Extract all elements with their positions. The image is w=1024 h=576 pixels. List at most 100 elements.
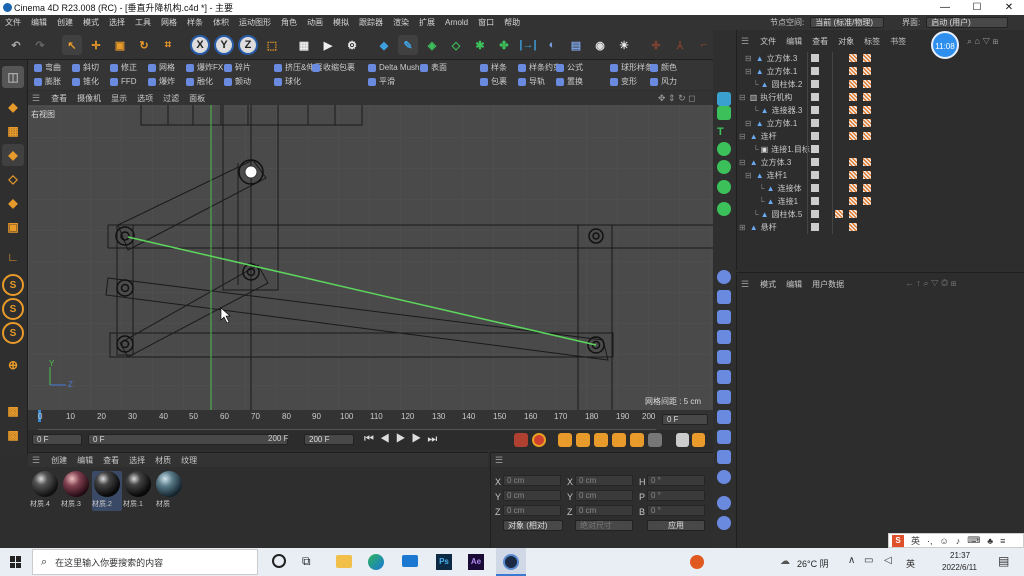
array-icon[interactable]: ◇ <box>446 35 466 55</box>
bend-deformer-icon[interactable] <box>717 270 731 284</box>
menu-animate[interactable]: 动画 <box>302 17 328 28</box>
spline-deformer-icon[interactable] <box>717 390 731 404</box>
material-swatch[interactable]: 材质.1 <box>123 471 153 511</box>
melt-deformer-icon[interactable] <box>717 410 731 424</box>
sphere-deformer-icon[interactable] <box>717 470 731 484</box>
viewport-menu-filter[interactable]: 过滤 <box>158 93 184 104</box>
snap-icon[interactable]: S <box>2 274 24 296</box>
deformer-spline[interactable]: 样条约束 <box>518 61 561 74</box>
edge-browser-icon[interactable] <box>368 554 384 570</box>
cinema4d-taskbar-button[interactable] <box>496 548 526 576</box>
coord-size-select[interactable]: 绝对尺寸 <box>575 520 633 531</box>
explosion-deformer-icon[interactable] <box>717 430 731 444</box>
lathe-icon[interactable] <box>717 160 731 174</box>
y-axis-lock-button[interactable]: Y <box>214 35 234 55</box>
cloner-icon[interactable]: ✱ <box>470 35 490 55</box>
clock-icon[interactable] <box>717 496 731 510</box>
object-row[interactable]: ⊟ ▲ 连杆1 <box>737 169 1024 182</box>
z-axis-lock-button[interactable]: Z <box>238 35 258 55</box>
deformer-shear[interactable]: 斜切 <box>72 61 99 74</box>
ime-skin-icon[interactable]: ♣ <box>987 536 993 546</box>
object-row[interactable]: ⊟ ▲ 立方体.3 <box>737 156 1024 169</box>
deformer-smooth[interactable]: 平滑 <box>368 75 395 88</box>
character-joint-icon[interactable]: ✚ <box>646 35 666 55</box>
maximize-button[interactable]: ☐ <box>962 0 992 15</box>
objmgr-menu-object[interactable]: 对象 <box>833 36 859 47</box>
render-settings-icon[interactable]: ⚙ <box>342 35 362 55</box>
timeline[interactable]: 0 10 20 30 40 50 60 70 80 90 100 110 120… <box>28 410 713 430</box>
menu-select[interactable]: 选择 <box>104 17 130 28</box>
tags-column[interactable] <box>835 52 875 234</box>
select-tool-icon[interactable]: ↖ <box>62 35 82 55</box>
scale-tool-icon[interactable]: ▣ <box>110 35 130 55</box>
deformer-rail[interactable]: 导轨 <box>518 75 545 88</box>
viewport-menu-view[interactable]: 查看 <box>46 93 72 104</box>
deformer-explosionfx[interactable]: 碎片 <box>224 61 251 74</box>
rotation-b-field[interactable]: 0 ° <box>647 505 705 516</box>
material-menu-create[interactable]: 创建 <box>46 455 72 466</box>
ime-mic-icon[interactable]: ♪ <box>956 536 961 546</box>
wind-deformer-icon[interactable] <box>717 450 731 464</box>
playback-controls[interactable]: ⏮◀▶▶⏭ <box>364 433 443 446</box>
taskbar-search-input[interactable]: ⌕ 在这里输入你要搜索的内容 <box>32 549 258 575</box>
hamburger-icon[interactable]: ☰ <box>32 455 40 466</box>
deformer-wrap[interactable]: 包裹 <box>480 75 507 88</box>
menu-mesh[interactable]: 网格 <box>156 17 182 28</box>
menu-tools[interactable]: 工具 <box>130 17 156 28</box>
material-swatch[interactable]: 材质.3 <box>61 471 91 511</box>
wrap-deformer-icon[interactable] <box>717 350 731 364</box>
material-menu-material[interactable]: 材质 <box>150 455 176 466</box>
hamburger-icon[interactable]: ☰ <box>741 36 749 47</box>
ime-toolbar[interactable]: S 英 ·, ☺ ♪ ⌨ ♣ ≡ <box>888 533 1024 548</box>
object-row[interactable]: ⊟ ▲ 立方体.1 <box>737 65 1024 78</box>
position-y-field[interactable]: 0 cm <box>503 490 561 501</box>
ime-mode-label[interactable]: 英 <box>911 534 920 547</box>
mograph-icon[interactable]: ✤ <box>494 35 514 55</box>
deformer-shrinkwrap[interactable]: Delta Mush <box>368 61 419 74</box>
deformer-squash[interactable]: 收缩包裹 <box>312 61 355 74</box>
photoshop-icon[interactable]: Ps <box>436 554 452 570</box>
attr-menu-mode[interactable]: 模式 <box>755 279 781 290</box>
deformer-spline-constraint[interactable]: 公式 <box>556 61 583 74</box>
deformer-bend[interactable]: 弯曲 <box>34 61 61 74</box>
attr-nav-icons[interactable]: ← ↑ ⌕ ▽ ◎ ⊞ <box>905 278 956 289</box>
transform-tool-icon[interactable]: ⌗ <box>158 35 178 55</box>
viewport-menu-display[interactable]: 显示 <box>106 93 132 104</box>
deformer-bulge[interactable]: 膨胀 <box>34 75 61 88</box>
size-x-field[interactable]: 0 cm <box>575 475 633 486</box>
deformer-surface[interactable]: 样条 <box>480 61 507 74</box>
objmgr-menu-view[interactable]: 查看 <box>807 36 833 47</box>
material-menu-view[interactable]: 查看 <box>98 455 124 466</box>
attr-menu-userdata[interactable]: 用户数据 <box>807 279 849 290</box>
camera-icon[interactable]: ◉ <box>590 35 610 55</box>
polygons-mode-icon[interactable]: ◆ <box>2 192 24 214</box>
cube-icon[interactable]: ◆ <box>374 35 394 55</box>
character-ik-icon[interactable]: ⅄ <box>670 35 690 55</box>
extrude-icon[interactable] <box>717 202 731 216</box>
pen-tool-icon[interactable]: ✎ <box>398 35 418 55</box>
texture-mode-icon[interactable]: ▦ <box>2 120 24 142</box>
deformer-icon[interactable]: ◐ <box>542 35 562 55</box>
hamburger-icon[interactable]: ☰ <box>741 279 749 290</box>
timeline-ruler[interactable]: 0 10 20 30 40 50 60 70 80 90 100 110 120… <box>38 410 656 430</box>
object-row[interactable]: └ ▲ 连接1 <box>737 195 1024 208</box>
clock-time[interactable]: 21:37 <box>950 551 970 560</box>
deformer-correction[interactable]: 网格 <box>148 61 175 74</box>
menu-arnold[interactable]: Arnold <box>440 18 473 27</box>
deformer-taper[interactable]: 修正 <box>110 61 137 74</box>
menu-spline[interactable]: 样条 <box>182 17 208 28</box>
clock-date[interactable]: 2022/6/11 <box>942 563 977 572</box>
viewport-menu-camera[interactable]: 摄像机 <box>72 93 106 104</box>
node-space-select[interactable]: 当前 (标准/物理) <box>810 17 885 28</box>
menu-create[interactable]: 创建 <box>52 17 78 28</box>
light-icon[interactable]: ☀ <box>614 35 634 55</box>
twist-deformer-icon[interactable] <box>717 290 731 304</box>
position-x-field[interactable]: 0 cm <box>503 475 561 486</box>
after-effects-icon[interactable]: Ae <box>468 554 484 570</box>
coordinate-system-icon[interactable]: ⬚ <box>262 35 282 55</box>
ime-menu-icon[interactable]: ≡ <box>1000 536 1005 546</box>
deformer-deltamush[interactable]: 表面 <box>420 61 447 74</box>
coord-mode-select[interactable]: 对象 (相对) <box>503 520 563 531</box>
layout-select[interactable]: 启动 (用户) <box>926 17 1009 28</box>
object-row[interactable]: ⊟ ▲ 立方体.1 <box>737 117 1024 130</box>
